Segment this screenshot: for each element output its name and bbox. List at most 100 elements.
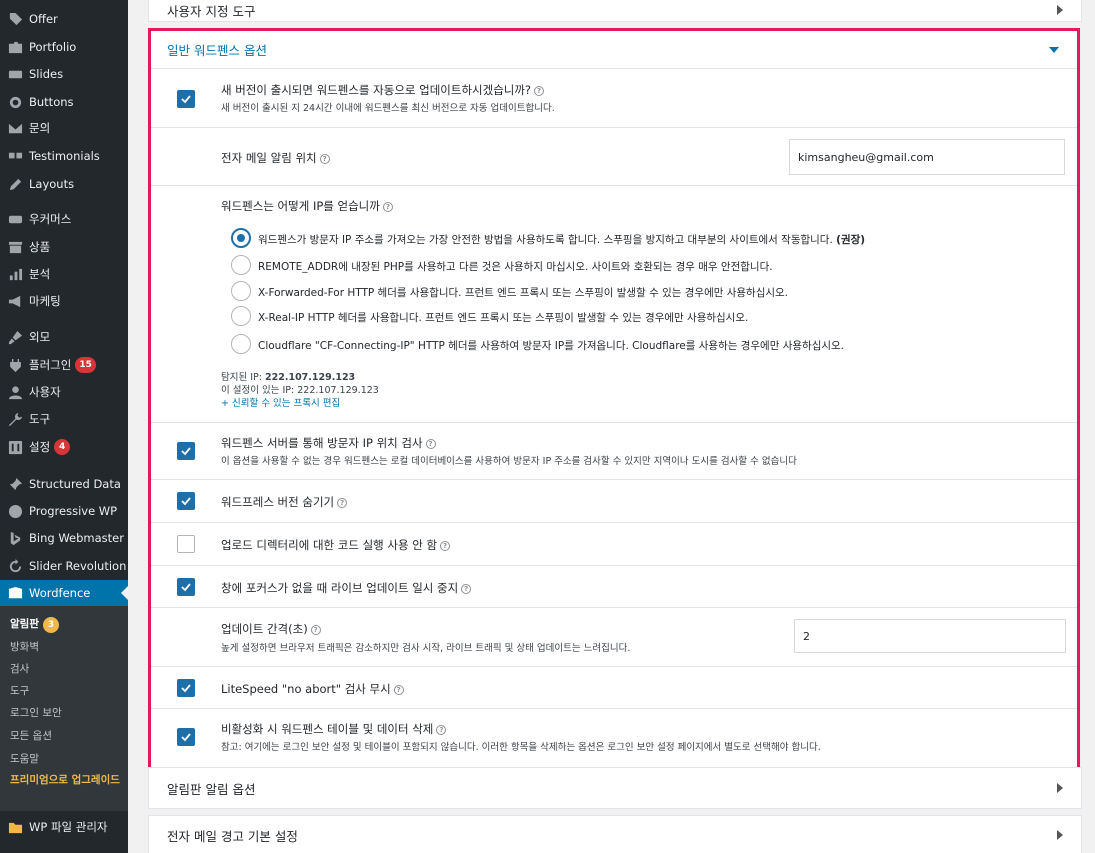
panel-title: 사용자 지정 도구 — [167, 3, 256, 19]
help-icon[interactable]: ? — [310, 624, 321, 635]
sidebar-item-appearance[interactable]: 외모 — [0, 324, 128, 350]
submenu-tools[interactable]: 도구 — [10, 683, 29, 698]
help-icon[interactable]: ? — [436, 724, 447, 735]
update-interval-description: 높게 설정하면 브라우저 트래픽은 감소하지만 검사 시작, 라이브 트래픽 및… — [221, 643, 631, 654]
litespeed-checkbox[interactable] — [177, 679, 195, 697]
sidebar-item-contact[interactable]: 문의 — [0, 115, 128, 141]
disable-code-execution-checkbox[interactable] — [177, 535, 195, 553]
help-icon[interactable]: ? — [440, 540, 451, 551]
customizer-tools-panel[interactable]: 사용자 지정 도구 — [148, 0, 1082, 22]
general-options-panel: 일반 워드펜스 옵션 새 버전이 출시되면 워드펜스를 자동으로 업데이트하시겠… — [148, 28, 1080, 773]
submenu-dashboard[interactable]: 알림판 3 — [10, 616, 59, 633]
help-icon[interactable]: ? — [393, 684, 404, 695]
help-icon[interactable]: ? — [319, 153, 330, 164]
sidebar-item-analytics[interactable]: 분석 — [0, 261, 128, 287]
auto-update-label: 새 버전이 출시되면 워드펜스를 자동으로 업데이트하시겠습니까? — [221, 83, 532, 97]
geo-lookup-checkbox[interactable] — [177, 442, 195, 460]
email-alerts-label: 전자 메일 알림 위치 — [221, 151, 317, 165]
sidebar-item-buttons[interactable]: Buttons — [0, 89, 128, 115]
update-interval-field[interactable] — [794, 619, 1066, 653]
slides-icon — [7, 66, 23, 82]
expand-arrow-icon — [1057, 783, 1063, 793]
chart-icon — [7, 266, 23, 282]
settings-icon — [7, 439, 23, 455]
ip-option-radio-cloudflare[interactable] — [231, 334, 251, 354]
quote-icon — [7, 148, 23, 164]
delete-on-deactivate-checkbox[interactable] — [177, 728, 195, 746]
ip-option-radio-remote-addr[interactable] — [231, 255, 251, 275]
help-icon[interactable]: ? — [337, 497, 348, 508]
sidebar-item-bing-webmaster[interactable]: Bing Webmaster — [0, 525, 128, 551]
hide-version-checkbox[interactable] — [177, 492, 195, 510]
help-icon[interactable]: ? — [425, 438, 436, 449]
auto-update-checkbox[interactable] — [177, 90, 195, 108]
submenu-firewall[interactable]: 방화벽 — [10, 639, 39, 654]
sidebar-item-products[interactable]: 상품 — [0, 234, 128, 260]
litespeed-label: LiteSpeed "no abort" 검사 무시 — [221, 682, 391, 696]
sidebar-item-plugins[interactable]: 플러그인 15 — [0, 352, 128, 378]
expand-arrow-icon — [1057, 830, 1063, 840]
ip-option-radio-x-real-ip[interactable] — [231, 306, 251, 326]
option-ip-detection: 워드펜스는 어떻게 IP를 얻습니까? 워드펜스가 방문자 IP 주소를 가져오… — [151, 186, 1077, 423]
help-icon[interactable]: ? — [534, 85, 545, 96]
ip-option-radio-x-forwarded-for[interactable] — [231, 281, 251, 301]
pause-live-updates-label: 창에 포커스가 없을 때 라이브 업데이트 일시 중지 — [221, 581, 459, 595]
sidebar-item-users[interactable]: 사용자 — [0, 379, 128, 405]
auto-update-description: 새 버전이 출시된 지 24시간 이내에 워드펜스를 최신 버전으로 자동 업데… — [221, 103, 555, 114]
submenu-upgrade-premium[interactable]: 프리미엄으로 업그레이드 — [10, 772, 122, 788]
sidebar-item-layouts[interactable]: Layouts — [0, 171, 128, 197]
pause-live-updates-checkbox[interactable] — [177, 578, 195, 596]
help-icon[interactable]: ? — [382, 201, 393, 212]
sidebar-item-slides[interactable]: Slides — [0, 61, 128, 87]
ip-option-label: Cloudflare "CF-Connecting-IP" HTTP 헤더를 사… — [258, 340, 845, 352]
plugins-update-badge: 15 — [75, 357, 96, 373]
collapse-arrow-icon — [1049, 46, 1059, 53]
email-field[interactable] — [789, 139, 1065, 175]
email-alert-preferences-panel[interactable]: 전자 메일 경고 기본 설정 — [148, 815, 1082, 853]
edit-trusted-proxies-link[interactable]: + 신뢰할 수 있는 프록시 편집 — [221, 395, 340, 409]
panel-title: 알림판 알림 옵션 — [167, 781, 256, 797]
sidebar-item-marketing[interactable]: 마케팅 — [0, 288, 128, 314]
submenu-login-security[interactable]: 로그인 보안 — [10, 705, 62, 720]
settings-update-badge: 4 — [54, 439, 71, 455]
archive-icon — [7, 239, 23, 255]
wordfence-icon — [7, 585, 23, 601]
sidebar-item-portfolio[interactable]: Portfolio — [0, 34, 128, 60]
pwa-icon — [7, 503, 23, 519]
pin-icon — [7, 476, 23, 492]
sidebar-item-settings[interactable]: 설정 4 — [0, 434, 128, 460]
submenu-all-options[interactable]: 모든 옵션 — [10, 728, 52, 743]
option-update-interval: 업데이트 간격(초)? 높게 설정하면 브라우저 트래픽은 감소하지만 검사 시… — [151, 608, 1077, 667]
submenu-scan[interactable]: 검사 — [10, 661, 29, 676]
sidebar-item-wp-file-manager[interactable]: WP 파일 관리자 — [0, 814, 128, 840]
pen-icon — [7, 176, 23, 192]
ip-option-label: X-Forwarded-For HTTP 헤더를 사용합니다. 프런트 엔드 프… — [258, 287, 789, 299]
user-icon — [7, 384, 23, 400]
recommended-tag: (권장) — [836, 234, 866, 246]
help-icon[interactable]: ? — [461, 583, 472, 594]
sidebar-item-wordfence[interactable]: Wordfence — [0, 580, 128, 606]
sidebar-item-offer[interactable]: Offer — [0, 6, 128, 32]
wrench-icon — [7, 411, 23, 427]
panel-title: 일반 워드펜스 옵션 — [167, 43, 267, 58]
sidebar-item-progressive-wp[interactable]: Progressive WP — [0, 498, 128, 524]
sidebar-item-slider-revolution[interactable]: Slider Revolution — [0, 553, 128, 579]
panel-title: 전자 메일 경고 기본 설정 — [167, 828, 298, 844]
sidebar-item-structured-data[interactable]: Structured Data — [0, 471, 128, 497]
ip-option-label: X-Real-IP HTTP 헤더를 사용합니다. 프런트 엔드 프록시 또는 … — [258, 312, 749, 324]
dashboard-notification-options-panel[interactable]: 알림판 알림 옵션 — [148, 767, 1082, 809]
sidebar-item-woocommerce[interactable]: 우커머스 — [0, 206, 128, 232]
sidebar-item-testimonials[interactable]: Testimonials — [0, 143, 128, 169]
submenu-help[interactable]: 도움말 — [10, 751, 39, 766]
option-email-alerts: 전자 메일 알림 위치? — [151, 128, 1077, 186]
ip-option-label: REMOTE_ADDR에 내장된 PHP를 사용하고 다른 것은 사용하지 마십… — [258, 261, 773, 273]
ip-option-radio-recommended[interactable] — [231, 228, 251, 248]
general-options-header[interactable]: 일반 워드펜스 옵션 — [151, 31, 1077, 69]
option-hide-version: 워드프레스 버전 숨기기? — [151, 480, 1077, 523]
sidebar-item-tools[interactable]: 도구 — [0, 406, 128, 432]
folder-icon — [7, 819, 23, 835]
plugin-icon — [7, 357, 23, 373]
woocommerce-icon — [7, 211, 23, 227]
hide-version-label: 워드프레스 버전 숨기기 — [221, 495, 335, 509]
disable-code-execution-label: 업로드 디렉터리에 대한 코드 실행 사용 안 함 — [221, 538, 438, 552]
